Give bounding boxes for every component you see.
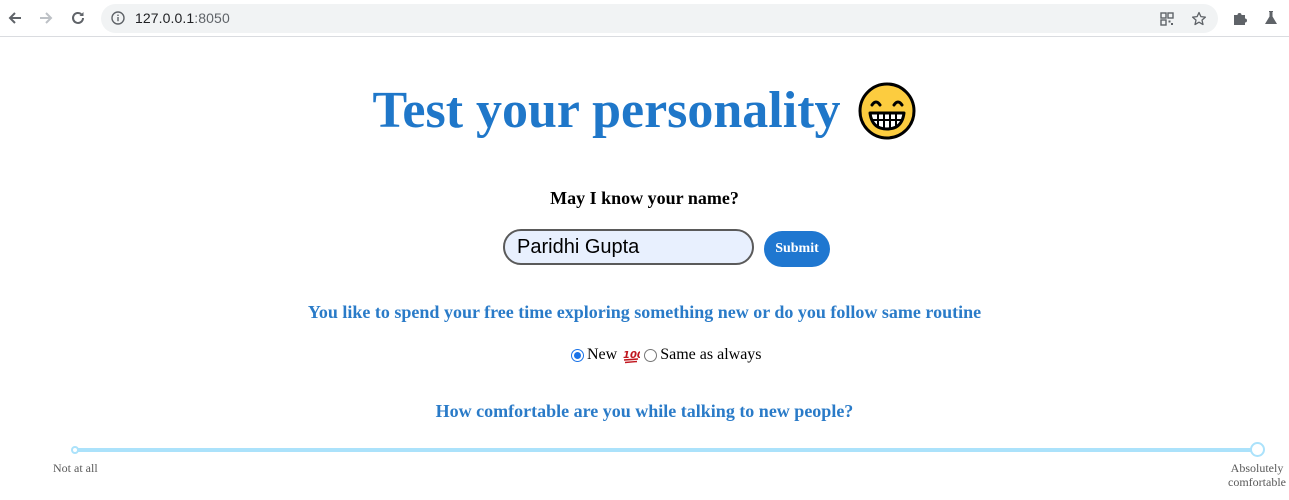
hundred-points-icon: 100 <box>623 350 640 364</box>
question-explore-routine: You like to spend your free time explori… <box>307 302 982 322</box>
forward-button[interactable] <box>34 6 58 30</box>
bookmark-button[interactable] <box>1190 10 1208 28</box>
browser-toolbar: 127.0.0.1:8050 <box>0 0 1289 37</box>
comfort-slider-handle[interactable] <box>1250 442 1265 457</box>
slider-min-label: Not at all <box>53 461 98 475</box>
reload-icon <box>72 11 84 24</box>
labs-button[interactable] <box>1262 9 1280 27</box>
extensions-button[interactable] <box>1231 9 1249 27</box>
comfort-slider-min-dot <box>71 446 79 454</box>
grinning-face-icon <box>858 82 916 140</box>
slider-max-label-line1: Absolutely <box>1230 461 1284 475</box>
comfort-slider-track[interactable] <box>75 448 1258 452</box>
qr-code-button[interactable] <box>1158 10 1176 28</box>
address-bar[interactable]: 127.0.0.1:8050 <box>101 4 1218 33</box>
url-host: 127.0.0.1 <box>135 10 195 26</box>
extensions-puzzle-icon <box>1234 13 1247 25</box>
labs-flask-icon <box>1265 11 1277 24</box>
radio-same-as-always-label[interactable]: Same as always <box>660 346 761 364</box>
page-title: Test your personality <box>372 82 841 139</box>
back-arrow-icon <box>8 12 21 24</box>
question-comfort-new-people: How comfortable are you while talking to… <box>435 401 854 421</box>
radio-new[interactable] <box>571 348 584 362</box>
forward-arrow-icon <box>40 12 53 24</box>
name-input[interactable] <box>503 229 754 265</box>
name-label: May I know your name? <box>550 188 739 208</box>
qr-code-icon <box>1160 12 1174 26</box>
url-port: :8050 <box>194 10 230 26</box>
title-row: Test your personality <box>0 76 1289 146</box>
submit-button[interactable]: Submit <box>764 231 830 267</box>
radio-same-as-always[interactable] <box>644 348 658 362</box>
slider-max-label-line2: comfortable <box>1228 475 1286 489</box>
routine-radio-group: New 100 Same as always <box>571 344 762 366</box>
slider-max-label: Absolutely comfortable <box>1226 461 1288 489</box>
site-info-button[interactable] <box>110 10 126 26</box>
info-icon <box>111 11 125 25</box>
radio-new-label[interactable]: New <box>587 346 617 364</box>
star-icon <box>1191 11 1207 26</box>
url-text: 127.0.0.1:8050 <box>135 10 230 27</box>
reload-button[interactable] <box>66 6 90 30</box>
back-button[interactable] <box>3 6 27 30</box>
